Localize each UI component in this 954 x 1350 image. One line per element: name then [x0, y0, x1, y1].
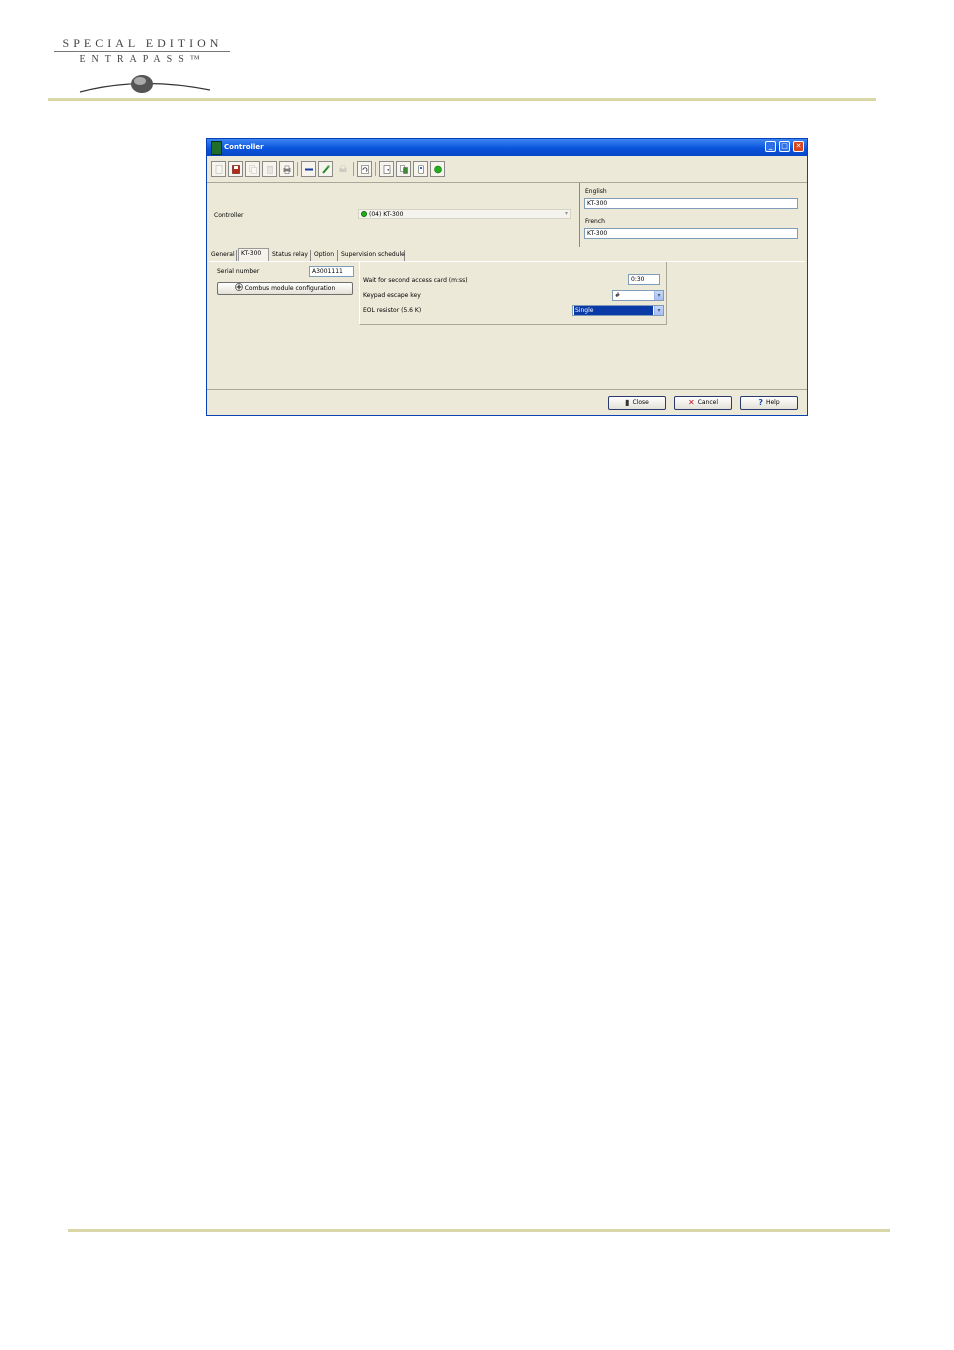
- status-icon: [434, 165, 442, 174]
- close-window-button[interactable]: ✕: [793, 141, 804, 152]
- link-icon: [322, 165, 330, 174]
- disabled-print-icon: [339, 165, 347, 172]
- title-bar[interactable]: Controller _ □ ✕: [207, 139, 807, 156]
- keypad-escape-key-value: #: [615, 292, 621, 299]
- minus-button[interactable]: [301, 161, 316, 177]
- close-button[interactable]: ▮ Close: [608, 396, 666, 410]
- save-button[interactable]: [228, 161, 243, 177]
- toolbar-separator: [375, 162, 376, 176]
- footer-divider: [207, 389, 807, 390]
- disabled-print-button[interactable]: [335, 161, 350, 177]
- cancel-x-icon: ✕: [687, 398, 695, 407]
- link-button[interactable]: [318, 161, 333, 177]
- tab-status-relay[interactable]: Status relay: [270, 250, 311, 261]
- cancel-button-label: Cancel: [697, 399, 719, 406]
- english-label: English: [585, 188, 607, 195]
- help-button[interactable]: ? Help: [740, 396, 798, 410]
- entrapass-logo: SPECIAL EDITION ENTRAPASS™: [50, 34, 235, 100]
- header-rule: [48, 98, 876, 101]
- help-button-label: Help: [765, 399, 780, 406]
- keypad-escape-key-label: Keypad escape key: [363, 292, 421, 299]
- minimize-button[interactable]: _: [765, 141, 776, 152]
- eol-resistor-value: Single: [574, 306, 653, 315]
- wait-second-card-label: Wait for second access card (m:ss): [363, 277, 468, 284]
- tab-general[interactable]: General: [209, 250, 237, 261]
- save-icon: [232, 165, 240, 174]
- controller-select-value: (04) KT-300: [369, 211, 404, 218]
- status-button[interactable]: [430, 161, 445, 177]
- eol-resistor-select[interactable]: Single ▾: [572, 305, 664, 316]
- combus-button-label: Combus module configuration: [244, 285, 336, 292]
- english-name-field[interactable]: KT-300: [584, 198, 798, 209]
- tab-supervision-schedule[interactable]: Supervision schedule: [339, 250, 405, 261]
- help-question-icon: ?: [758, 398, 763, 407]
- new-icon: [215, 165, 223, 174]
- logo-divider: [54, 51, 230, 52]
- wait-second-card-field[interactable]: 0:30: [628, 274, 660, 285]
- card-icon: [418, 165, 424, 174]
- reload-icon: [361, 165, 369, 174]
- toolbar-separator: [297, 162, 298, 176]
- logo-line-1: SPECIAL EDITION: [62, 36, 223, 50]
- chevron-down-icon[interactable]: ▾: [654, 291, 663, 300]
- door-button[interactable]: [379, 161, 394, 177]
- new-button[interactable]: [211, 161, 226, 177]
- tab-strip: General KT-300 Status relay Option Super…: [209, 248, 805, 261]
- french-name-field[interactable]: KT-300: [584, 228, 798, 239]
- kt-300-tab-panel: Serial number A3001111 Combus module con…: [209, 261, 805, 390]
- footer-rule: [68, 1229, 890, 1232]
- controller-window: Controller _ □ ✕ Controller (04) KT-300 …: [206, 138, 808, 416]
- controller-label: Controller: [214, 212, 244, 219]
- online-status-icon: [361, 211, 367, 217]
- toolbar-separator: [353, 162, 354, 176]
- reload-button[interactable]: [357, 161, 372, 177]
- door-exit-icon: ▮: [625, 398, 630, 407]
- french-label: French: [585, 218, 605, 225]
- eol-resistor-label: EOL resistor (5.6 K): [363, 307, 422, 314]
- chevron-down-icon[interactable]: ▾: [565, 210, 568, 217]
- controller-select[interactable]: (04) KT-300 ▾: [358, 209, 571, 219]
- print-button[interactable]: [279, 161, 294, 177]
- minus-icon: [305, 168, 313, 171]
- maximize-button[interactable]: □: [779, 141, 790, 152]
- controller-list-button[interactable]: [396, 161, 411, 177]
- serial-number-field[interactable]: A3001111: [309, 266, 354, 277]
- controller-app-icon: [211, 141, 222, 155]
- kt-300-options-group: Wait for second access card (m:ss) 0:30 …: [359, 262, 667, 325]
- keypad-escape-key-select[interactable]: # ▾: [612, 290, 664, 301]
- copy-button[interactable]: [245, 161, 260, 177]
- window-title: Controller: [224, 143, 264, 151]
- language-panel: English KT-300 French KT-300: [579, 183, 808, 247]
- serial-number-label: Serial number: [217, 268, 260, 275]
- card-button[interactable]: [413, 161, 428, 177]
- copy-icon: [249, 165, 257, 174]
- combus-module-configuration-button[interactable]: Combus module configuration: [217, 282, 353, 295]
- cancel-button[interactable]: ✕ Cancel: [674, 396, 732, 410]
- delete-icon: [267, 165, 273, 174]
- delete-button[interactable]: [262, 161, 277, 177]
- chevron-down-icon[interactable]: ▾: [654, 306, 663, 315]
- toolbar: [211, 161, 803, 180]
- controller-selection-area: Controller (04) KT-300 ▾: [207, 183, 579, 247]
- logo-swoosh-icon: [79, 75, 211, 93]
- door-icon: [383, 165, 391, 174]
- controller-list-icon: [400, 165, 408, 174]
- close-button-label: Close: [632, 399, 649, 406]
- combus-icon: [234, 283, 243, 291]
- print-icon: [283, 165, 291, 174]
- tab-option[interactable]: Option: [312, 250, 338, 261]
- tab-kt-300[interactable]: KT-300: [238, 248, 269, 261]
